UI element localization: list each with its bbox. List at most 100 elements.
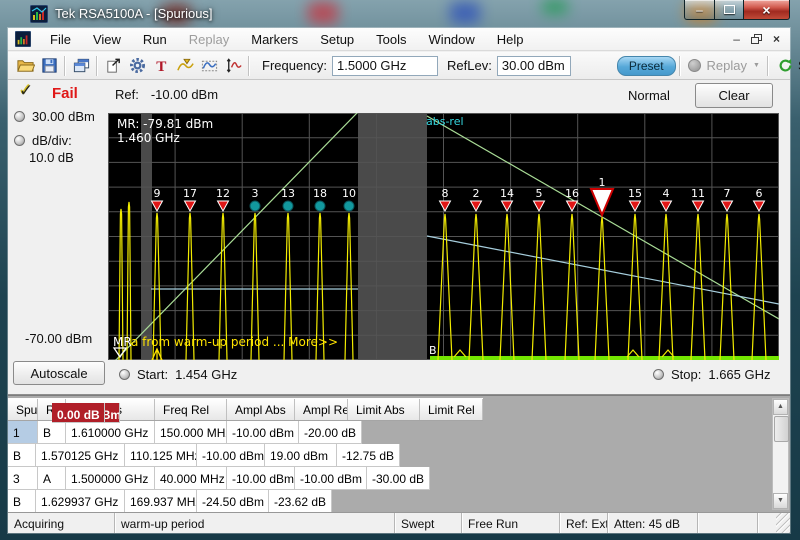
window-title: Tek RSA5100A - [Spurious] <box>55 6 213 21</box>
window-layout-icon[interactable] <box>69 54 93 77</box>
stop-button[interactable]: Stop <box>778 58 800 73</box>
adjust-knob-icon[interactable] <box>653 369 664 380</box>
mdi-minimize-button[interactable]: – <box>733 34 740 44</box>
export-display-icon[interactable] <box>101 54 125 77</box>
menu-item-run[interactable]: Run <box>132 29 178 50</box>
table-scrollbar[interactable]: ▲ ▼ <box>772 398 789 510</box>
status-swept: Swept <box>395 513 462 533</box>
spur-marker-dot <box>315 201 325 211</box>
spur-table-row[interactable]: 2B1.570125 GHz110.125 MHz-10.00 dBm0.00 … <box>8 444 483 467</box>
status-atten-45-db: Atten: 45 dB <box>608 513 698 533</box>
adjust-knob-icon[interactable] <box>119 369 130 380</box>
scale-value: 10.0 dB <box>29 150 74 165</box>
spur-table-row[interactable]: 3A1.500000 GHz40.000 MHz-10.00 dBm0.00 d… <box>8 467 483 490</box>
table-cell: 1 <box>8 421 38 444</box>
column-header-limit-rel[interactable]: Limit Rel <box>420 399 483 420</box>
window-close-button[interactable]: × <box>744 0 790 20</box>
ref-value: -10.00 dBm <box>151 87 218 102</box>
clear-button[interactable]: Clear <box>695 83 773 108</box>
menu-item-setup[interactable]: Setup <box>309 29 365 50</box>
autoscale-button[interactable]: Autoscale <box>13 361 105 385</box>
frequency-label: Frequency: <box>262 58 327 73</box>
column-header-limit-abs[interactable]: Limit Abs <box>348 399 420 420</box>
status-ref-ext: Ref: Ext <box>560 513 608 533</box>
reflev-input[interactable] <box>497 56 571 76</box>
close-icon: × <box>762 2 770 18</box>
menu-item-window[interactable]: Window <box>418 29 486 50</box>
menu-bar: FileViewRunReplayMarkersSetupToolsWindow… <box>8 28 790 51</box>
menu-item-markers[interactable]: Markers <box>240 29 309 50</box>
spur-marker-number: 8 <box>442 187 449 200</box>
app-icon <box>30 5 48 23</box>
menu-item-tools[interactable]: Tools <box>365 29 417 50</box>
spectrum-plot[interactable]: 917123131810821451611541176MR: -79.81 dB… <box>108 113 779 360</box>
window-maximize-button[interactable] <box>714 0 744 20</box>
spur-marker-dot <box>250 201 260 211</box>
spur-table-row[interactable]: 4B1.629937 GHz169.937 MHz-10.00 dBm0.00 … <box>8 490 483 512</box>
open-file-icon[interactable] <box>13 54 37 77</box>
adjust-knob-icon[interactable] <box>14 111 25 122</box>
table-cell: -12.75 dB <box>337 444 400 467</box>
scale-label[interactable]: dB/div: <box>32 133 72 148</box>
record-icon <box>688 59 701 72</box>
save-icon[interactable] <box>37 54 61 77</box>
text-note-icon[interactable]: T <box>149 54 173 77</box>
table-cell: 1.610000 GHz <box>66 421 155 444</box>
maximize-icon <box>724 5 735 14</box>
frequency-input[interactable] <box>332 56 438 76</box>
column-header-ampl-abs[interactable]: Ampl Abs <box>227 399 295 420</box>
spurious-measurement-panel: ✓ Fail Ref:-10.00 dBm Normal Clear 30.00… <box>8 80 790 395</box>
range-b-label: B <box>429 344 437 357</box>
mdi-close-button[interactable]: × <box>773 34 780 44</box>
preset-button[interactable]: Preset <box>617 56 676 76</box>
table-cell: 19.00 dBm <box>265 444 337 467</box>
spur-marker-number: 12 <box>216 187 230 200</box>
spur-marker-number: 5 <box>536 187 543 200</box>
table-cell: -10.00 dBm <box>227 421 299 444</box>
ref-label: Ref: <box>115 87 139 102</box>
table-cell: 1.629937 GHz <box>36 490 125 512</box>
top-level-value[interactable]: 30.00 dBm <box>32 109 95 124</box>
column-header-freq-rel[interactable]: Freq Rel <box>155 399 227 420</box>
window-titlebar[interactable]: Tek RSA5100A - [Spurious] – × <box>0 0 800 28</box>
menu-item-file[interactable]: File <box>39 29 82 50</box>
settings-icon[interactable] <box>125 54 149 77</box>
menu-item-replay: Replay <box>178 29 240 50</box>
ref-level-readout: Ref: -10.00 dBm <box>115 87 218 102</box>
stop-freq-value[interactable]: 1.665 GHz <box>708 367 770 382</box>
window-minimize-button[interactable]: – <box>684 0 714 20</box>
scrollbar-thumb[interactable] <box>774 416 789 442</box>
adjust-knob-icon[interactable] <box>14 135 25 146</box>
menu-item-help[interactable]: Help <box>486 29 535 50</box>
svg-text:T: T <box>156 58 166 75</box>
start-freq-label: Start: <box>137 367 168 382</box>
trace-select-icon[interactable] <box>197 54 221 77</box>
spur-marker-number: 18 <box>313 187 327 200</box>
start-freq-value[interactable]: 1.454 GHz <box>175 367 237 382</box>
table-cell: B <box>8 490 36 512</box>
scroll-up-icon[interactable]: ▲ <box>773 399 788 415</box>
column-header-ampl-rel[interactable]: Ampl Rel <box>295 399 348 420</box>
spur-marker-dot <box>344 201 354 211</box>
spur-marker-number: 11 <box>691 187 705 200</box>
pass-fail-check-icon: ✓ <box>19 81 33 101</box>
application-client-area: FileViewRunReplayMarkersSetupToolsWindow… <box>8 28 790 533</box>
table-cell: 40.000 MHz <box>155 467 227 490</box>
mdi-restore-button[interactable] <box>751 34 762 44</box>
resize-grip[interactable] <box>776 513 790 533</box>
menu-item-view[interactable]: View <box>82 29 132 50</box>
toolbar-separator <box>679 56 681 76</box>
replay-label: Replay <box>707 58 747 73</box>
autoscale-vertical-icon[interactable] <box>221 54 245 77</box>
status-empty <box>698 513 758 533</box>
toolbar-separator <box>767 56 769 76</box>
spur-table-row[interactable]: 1B1.610000 GHz150.000 MHz-10.00 dBm0.01 … <box>8 421 483 444</box>
replay-button[interactable]: Replay ▼ <box>688 58 760 73</box>
scroll-down-icon[interactable]: ▼ <box>773 493 788 509</box>
mdi-child-icon <box>15 31 31 47</box>
spur-marker-number: 9 <box>154 187 161 200</box>
marker-to-peak-icon[interactable] <box>173 54 197 77</box>
table-cell: -23.62 dB <box>269 490 332 512</box>
column-header-spur[interactable]: Spur <box>8 399 38 420</box>
spur-marker-number: 3 <box>252 187 259 200</box>
